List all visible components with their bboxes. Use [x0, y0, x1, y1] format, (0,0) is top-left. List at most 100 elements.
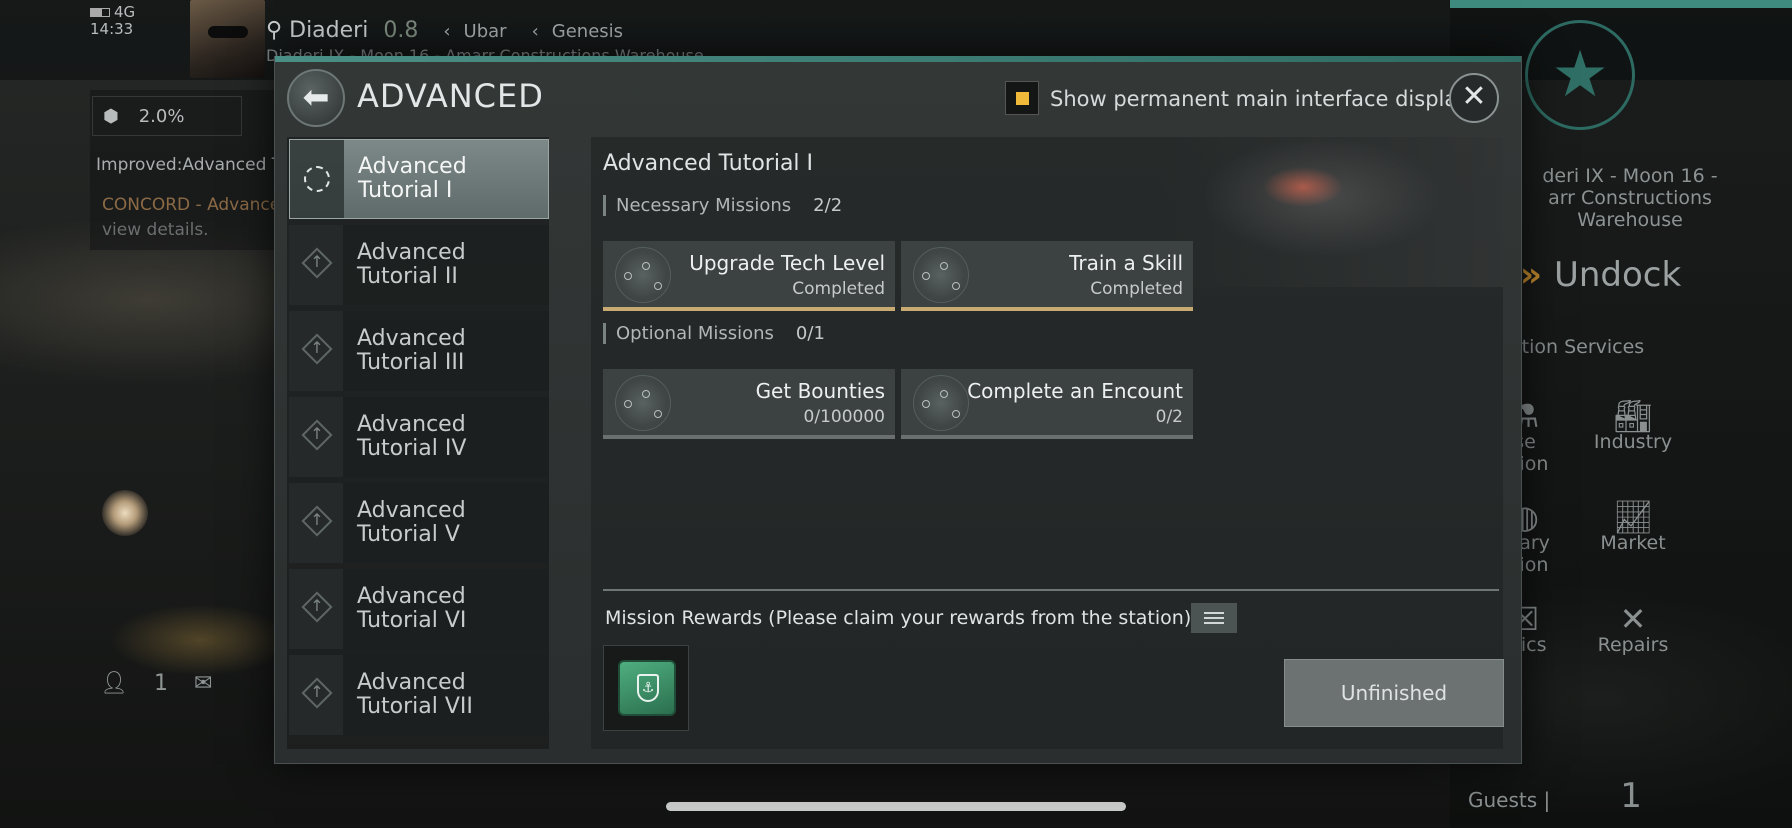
tutorial-item-3[interactable]: ↑ Advanced Tutorial III	[289, 311, 549, 391]
right-accent-bar	[1450, 0, 1792, 8]
mission-card[interactable]: Get Bounties 0/100000	[603, 369, 895, 439]
battery-icon	[90, 8, 110, 17]
concord-notice[interactable]: CONCORD - Advance view details.	[102, 193, 280, 243]
up-arrow-icon: ↑	[310, 338, 324, 357]
security-status: 0.8	[383, 18, 419, 43]
mission-card[interactable]: Upgrade Tech Level Completed	[603, 241, 895, 311]
menu-icon	[1204, 617, 1224, 619]
rewards-divider	[603, 589, 1499, 591]
service-market[interactable]: 📈︎ Market	[1578, 498, 1688, 554]
up-arrow-icon: ↑	[310, 252, 324, 271]
reward-badge-icon: ⚓︎	[618, 660, 676, 716]
service-label: Industry	[1593, 431, 1673, 453]
location-breadcrumb[interactable]: ⚲ Diaderi 0.8 ‹ Ubar ‹ Genesis	[266, 18, 623, 43]
mission-state: 0/2	[1155, 407, 1183, 427]
dialog-title: ADVANCED	[357, 77, 544, 115]
tutorial-item-label: Advanced Tutorial V	[357, 498, 466, 547]
necessary-missions-header: Necessary Missions 2/2	[603, 195, 842, 216]
tutorial-item-7[interactable]: ↑ Advanced Tutorial VII	[289, 655, 549, 735]
menu-icon	[1204, 622, 1224, 624]
detail-title: Advanced Tutorial I	[603, 151, 814, 176]
tutorial-item-label: Advanced Tutorial VII	[357, 670, 473, 719]
chevron-left-icon: ‹	[443, 21, 451, 42]
tutorial-item-5[interactable]: ↑ Advanced Tutorial V	[289, 483, 549, 563]
concord-line: CONCORD - Advance	[102, 195, 281, 215]
guests-label: Guests	[1468, 788, 1538, 812]
mission-node-icon	[615, 375, 671, 431]
ship-artwork	[1163, 137, 1503, 287]
undock-label: Undock	[1553, 255, 1682, 295]
section-label: Necessary Missions	[616, 195, 792, 216]
system-name: Diaderi	[289, 18, 369, 43]
constellation-crumb: Genesis	[551, 21, 624, 42]
section-count: 0/1	[795, 323, 825, 344]
tutorial-item-2[interactable]: ↑ Advanced Tutorial II	[289, 225, 549, 305]
up-arrow-icon: ↑	[310, 424, 324, 443]
mission-node-icon	[913, 247, 969, 303]
member-count: 1	[153, 670, 168, 696]
mission-name: Complete an Encount	[967, 379, 1183, 403]
section-count: 2/2	[813, 195, 843, 216]
in-progress-icon	[304, 166, 330, 192]
tutorial-list[interactable]: Advanced Tutorial I ↑ Advanced Tutorial …	[287, 137, 549, 749]
corporation-star-icon: ★	[1525, 20, 1635, 130]
person-icon[interactable]: 👤︎	[100, 671, 128, 696]
tutorial-item-1[interactable]: Advanced Tutorial I	[289, 139, 549, 219]
tutorial-item-label: Advanced Tutorial II	[357, 240, 466, 289]
up-arrow-icon: ↑	[310, 682, 324, 701]
tutorial-item-icon-cell: ↑	[289, 311, 343, 391]
tutorial-item-icon-cell: ↑	[289, 225, 343, 305]
up-arrow-icon: ↑	[310, 596, 324, 615]
tutorial-item-icon-cell: ↑	[289, 397, 343, 477]
factory-icon: 🏭︎	[1612, 397, 1654, 435]
show-interface-label[interactable]: Show permanent main interface display	[1050, 87, 1470, 111]
station-light	[102, 490, 148, 536]
section-label: Optional Missions	[616, 323, 774, 344]
reward-item[interactable]: ⚓︎	[603, 645, 689, 731]
show-interface-checkbox[interactable]	[1005, 81, 1039, 115]
service-repairs[interactable]: ✕ Repairs	[1578, 603, 1688, 656]
tutorial-item-4[interactable]: ↑ Advanced Tutorial IV	[289, 397, 549, 477]
improved-notice: Improved:Advanced T	[96, 155, 283, 175]
tutorial-item-label: Advanced Tutorial I	[358, 154, 467, 203]
close-button[interactable]: ✕	[1449, 73, 1499, 123]
undock-button[interactable]: » Undock	[1520, 255, 1681, 295]
mission-card[interactable]: Train a Skill Completed	[901, 241, 1193, 311]
tutorial-item-icon-cell: ↑	[289, 569, 343, 649]
rewards-list-button[interactable]	[1191, 603, 1237, 633]
menu-icon	[1204, 612, 1224, 614]
mission-node-icon	[615, 247, 671, 303]
clock: 14:33	[90, 20, 134, 38]
guests-indicator[interactable]: Guests | 1	[1468, 776, 1642, 816]
tutorial-item-label: Advanced Tutorial VI	[357, 584, 467, 633]
mail-icon[interactable]: ✉	[194, 671, 212, 696]
rewards-label: Mission Rewards (Please claim your rewar…	[605, 607, 1192, 629]
home-indicator[interactable]	[666, 802, 1126, 811]
station-name-line: Warehouse	[1577, 209, 1683, 231]
cube-icon: ⬢	[103, 105, 119, 127]
shield-icon: ⚓︎	[637, 674, 659, 702]
unfinished-button[interactable]: Unfinished	[1284, 659, 1504, 727]
pin-icon: ⚲	[266, 18, 283, 43]
service-industry[interactable]: 🏭︎ Industry	[1578, 397, 1688, 453]
guests-count: 1	[1620, 776, 1642, 816]
station-services-header: ation Services	[1510, 336, 1645, 358]
up-arrow-icon: ↑	[310, 510, 324, 529]
back-button[interactable]: ⬅	[287, 69, 345, 127]
character-portrait[interactable]	[190, 0, 265, 78]
advanced-tutorial-dialog: ⬅ ADVANCED Show permanent main interface…	[274, 56, 1522, 764]
close-icon: ✕	[1461, 79, 1487, 114]
tutorial-item-label: Advanced Tutorial III	[357, 326, 466, 375]
optional-missions-header: Optional Missions 0/1	[603, 323, 825, 344]
tutorial-item-6[interactable]: ↑ Advanced Tutorial VI	[289, 569, 549, 649]
chevron-left-icon: ‹	[531, 21, 539, 42]
bottom-left-hud: 👤︎ 1 ✉	[92, 660, 292, 706]
back-arrow-icon: ⬅	[302, 78, 330, 116]
chart-icon: 📈︎	[1612, 498, 1654, 536]
mission-card[interactable]: Complete an Encount 0/2	[901, 369, 1193, 439]
cargo-indicator[interactable]: ⬢ 2.0%	[92, 96, 242, 136]
mission-state: Completed	[792, 279, 885, 299]
service-label: Market	[1600, 532, 1666, 554]
mission-name: Train a Skill	[1069, 251, 1183, 275]
mission-name: Upgrade Tech Level	[689, 251, 885, 275]
